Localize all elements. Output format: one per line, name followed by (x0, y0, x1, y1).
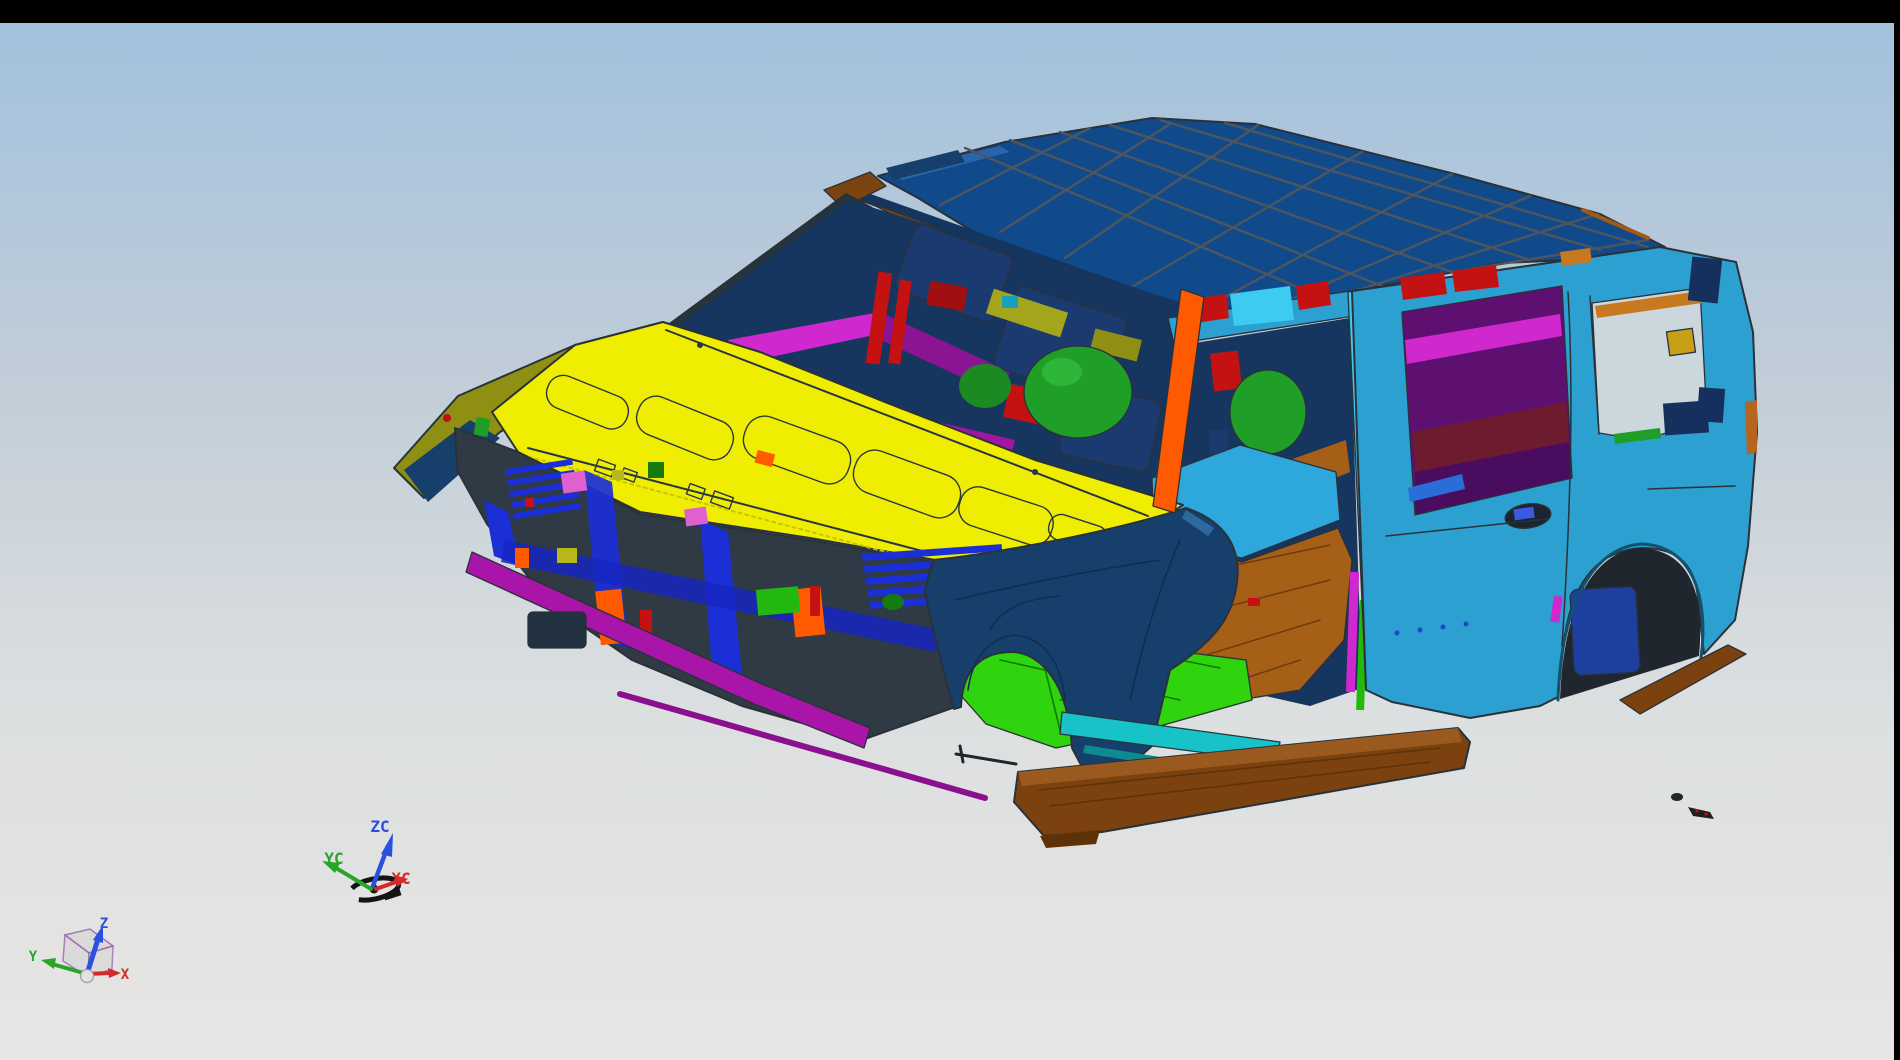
debris-red-dot (1695, 809, 1698, 812)
xc-axis-label: XC (391, 869, 410, 888)
yellow-bit (557, 548, 577, 563)
rear-edge-orange-sliver (1745, 400, 1757, 455)
y-axis-arrowhead (41, 958, 56, 969)
hood-bolt (697, 342, 703, 348)
d-pillar-navy-patch (1697, 387, 1725, 423)
strip-red-dot (443, 414, 451, 422)
zc-axis-label: ZC (370, 817, 389, 836)
teal-bit (1002, 296, 1018, 308)
wheelhouse-royal-panel[interactable] (1570, 586, 1640, 675)
seat-dome[interactable] (1230, 370, 1306, 454)
red-panel[interactable] (1210, 351, 1242, 392)
yellow-bit (612, 470, 624, 480)
red-bit (810, 586, 820, 616)
tow-block[interactable] (528, 612, 586, 648)
rail-red-strip[interactable] (1296, 281, 1331, 310)
x-axis-label: X (121, 967, 130, 983)
green-grommet (882, 594, 904, 610)
z-axis-label: Z (100, 916, 108, 932)
debris-red-dot (1704, 812, 1707, 815)
datum-csys[interactable]: Z Y X (29, 916, 130, 983)
seat-highlight (1042, 358, 1082, 386)
window-chrome-right (1894, 0, 1900, 1060)
radiator-green[interactable] (756, 586, 800, 616)
hood-bolt (1032, 469, 1038, 475)
brace-orange (515, 548, 529, 568)
quarter-bracket-yellow[interactable] (1666, 328, 1695, 355)
radiator-green-dark (648, 462, 664, 478)
y-axis-label: Y (29, 949, 38, 965)
graphics-viewport[interactable]: ZC YC XC Z Y X (0, 23, 1894, 1060)
floor-red-bit (1248, 598, 1260, 606)
loose-part-debris[interactable] (1671, 793, 1714, 819)
cad-application-window: ZC YC XC Z Y X (0, 0, 1900, 1060)
origin-sphere[interactable] (81, 970, 94, 983)
wcs-triad[interactable]: ZC YC XC (322, 817, 411, 904)
debris-dot[interactable] (1671, 793, 1683, 801)
front-rod[interactable] (956, 746, 1016, 764)
yc-axis-label: YC (324, 849, 343, 868)
rear-door-window[interactable] (1402, 286, 1572, 515)
body-side-assembly[interactable] (1352, 247, 1757, 718)
x-axis-arrowhead (108, 968, 121, 978)
quarter-window[interactable] (1592, 288, 1709, 444)
seat-back[interactable] (959, 364, 1011, 408)
seat-dome[interactable] (1024, 346, 1132, 438)
debris-bar[interactable] (1688, 807, 1714, 819)
red-bit (525, 498, 534, 507)
d-pillar-navy-patch (1688, 257, 1722, 304)
car-model-scene[interactable]: ZC YC XC Z Y X (0, 0, 1900, 1060)
pink-bit (561, 470, 588, 493)
pink-bit (684, 507, 708, 527)
zc-axis-arrowhead (381, 833, 393, 857)
